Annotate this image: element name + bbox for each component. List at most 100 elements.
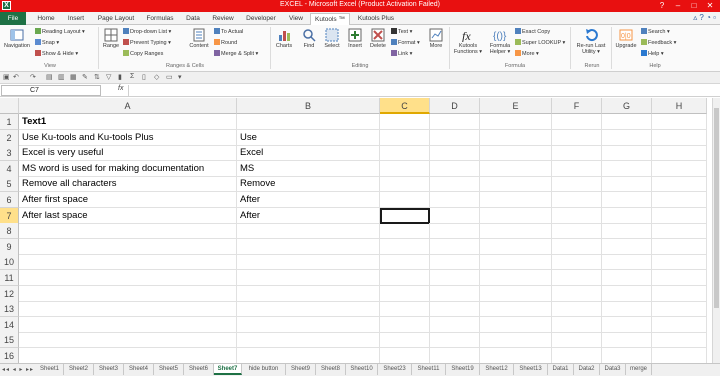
- cell[interactable]: [652, 176, 707, 193]
- cell[interactable]: [19, 316, 237, 333]
- cell[interactable]: [602, 160, 652, 177]
- cell[interactable]: [19, 270, 237, 286]
- insert-button[interactable]: Insert: [345, 28, 365, 49]
- text-box-icon[interactable]: ▯: [142, 73, 146, 81]
- vertical-scrollbar[interactable]: [712, 98, 720, 363]
- snap-button[interactable]: Snap ▾: [35, 39, 59, 46]
- cell[interactable]: [652, 160, 707, 177]
- shape-icon[interactable]: ◇: [154, 73, 159, 81]
- cell[interactable]: [552, 129, 602, 146]
- row-header[interactable]: 1: [0, 114, 19, 130]
- copy-ranges-button[interactable]: Copy Ranges: [123, 50, 163, 57]
- sheet-tab[interactable]: Sheet2: [64, 364, 94, 375]
- navigation-button[interactable]: Navigation: [2, 28, 32, 49]
- cell[interactable]: [602, 332, 652, 349]
- link-button[interactable]: Link ▾: [391, 50, 412, 57]
- tab-insert[interactable]: Insert: [62, 13, 90, 25]
- cell[interactable]: [552, 301, 602, 318]
- row-header[interactable]: 6: [0, 192, 19, 208]
- cell[interactable]: [652, 129, 707, 146]
- reading-layout-button[interactable]: Reading Layout ▾: [35, 28, 85, 35]
- cell[interactable]: [652, 145, 707, 162]
- cell[interactable]: [602, 254, 652, 271]
- cell[interactable]: [552, 223, 602, 240]
- sheet-tab[interactable]: Sheet12: [480, 364, 514, 375]
- prevent-typing-button[interactable]: Prevent Typing ▾: [123, 39, 171, 46]
- cell[interactable]: [552, 285, 602, 302]
- cell[interactable]: [602, 145, 652, 162]
- cell[interactable]: [237, 114, 380, 130]
- cell[interactable]: [602, 348, 652, 363]
- format-painter-icon[interactable]: ✎: [82, 73, 88, 81]
- row-header[interactable]: 15: [0, 332, 19, 349]
- cell[interactable]: [237, 348, 380, 363]
- cell[interactable]: [652, 238, 707, 255]
- cell[interactable]: After: [237, 207, 380, 224]
- sheet-tab[interactable]: Sheet7: [214, 364, 242, 375]
- close-button[interactable]: ✕: [702, 0, 718, 12]
- row-header[interactable]: 2: [0, 129, 19, 146]
- cell[interactable]: [652, 332, 707, 349]
- cell[interactable]: Text1: [19, 114, 237, 130]
- cell[interactable]: [602, 238, 652, 255]
- print-icon[interactable]: ▥: [58, 73, 65, 81]
- row-header[interactable]: 9: [0, 238, 19, 255]
- formula-helper-button[interactable]: {()} Formula Helper ▾: [487, 28, 513, 55]
- cell[interactable]: [552, 160, 602, 177]
- sheet-tab[interactable]: hide button: [242, 364, 286, 375]
- row-header[interactable]: 10: [0, 254, 19, 271]
- cell[interactable]: [430, 223, 480, 240]
- cell[interactable]: [480, 270, 552, 286]
- cell[interactable]: [552, 238, 602, 255]
- text-button[interactable]: Text ▾: [391, 28, 412, 35]
- select-all-corner[interactable]: [0, 98, 19, 114]
- cell[interactable]: [652, 316, 707, 333]
- sheet-tab[interactable]: Data2: [574, 364, 600, 375]
- cell[interactable]: [480, 223, 552, 240]
- cell[interactable]: Remove: [237, 176, 380, 193]
- chart-icon[interactable]: ▮: [118, 73, 122, 81]
- cell[interactable]: [480, 145, 552, 162]
- row-header[interactable]: 11: [0, 270, 19, 286]
- rerun-button[interactable]: Re-run Last Utility ▾: [573, 28, 609, 55]
- cell[interactable]: [652, 348, 707, 363]
- sheet-tab[interactable]: Sheet19: [446, 364, 480, 375]
- cell[interactable]: [480, 114, 552, 130]
- cell[interactable]: [430, 238, 480, 255]
- editing-more-button[interactable]: More: [427, 28, 445, 49]
- delete-button[interactable]: Delete: [367, 28, 389, 49]
- cell[interactable]: [237, 254, 380, 271]
- cell[interactable]: [480, 207, 552, 224]
- cell[interactable]: [552, 316, 602, 333]
- cell[interactable]: Excel is very useful: [19, 145, 237, 162]
- cell[interactable]: [430, 332, 480, 349]
- cell[interactable]: [652, 285, 707, 302]
- cell[interactable]: [480, 238, 552, 255]
- name-box[interactable]: C7: [1, 85, 101, 96]
- cell[interactable]: [430, 145, 480, 162]
- cell[interactable]: [602, 223, 652, 240]
- sheet-tab[interactable]: Sheet3: [94, 364, 124, 375]
- cell[interactable]: MS word is used for making documentation: [19, 160, 237, 177]
- cell[interactable]: [480, 285, 552, 302]
- sheet-tab[interactable]: Sheet13: [514, 364, 548, 375]
- minimize-button[interactable]: –: [670, 0, 686, 12]
- cell[interactable]: [652, 207, 707, 224]
- column-header-b[interactable]: B: [237, 98, 380, 114]
- sheet-tab[interactable]: Sheet8: [316, 364, 346, 375]
- find-button[interactable]: Find: [299, 28, 319, 49]
- sheet-tab[interactable]: Sheet9: [286, 364, 316, 375]
- tab-review[interactable]: Review: [208, 13, 238, 25]
- cell[interactable]: [602, 207, 652, 224]
- cell[interactable]: [380, 254, 430, 271]
- cell[interactable]: [430, 129, 480, 146]
- cell[interactable]: [380, 238, 430, 255]
- row-header[interactable]: 13: [0, 301, 19, 318]
- sheet-tab[interactable]: Sheet1: [36, 364, 64, 375]
- cell[interactable]: [380, 301, 430, 318]
- cell[interactable]: [480, 160, 552, 177]
- cell[interactable]: [237, 285, 380, 302]
- cell[interactable]: [602, 301, 652, 318]
- cell[interactable]: [430, 316, 480, 333]
- fx-button[interactable]: fx: [118, 85, 123, 92]
